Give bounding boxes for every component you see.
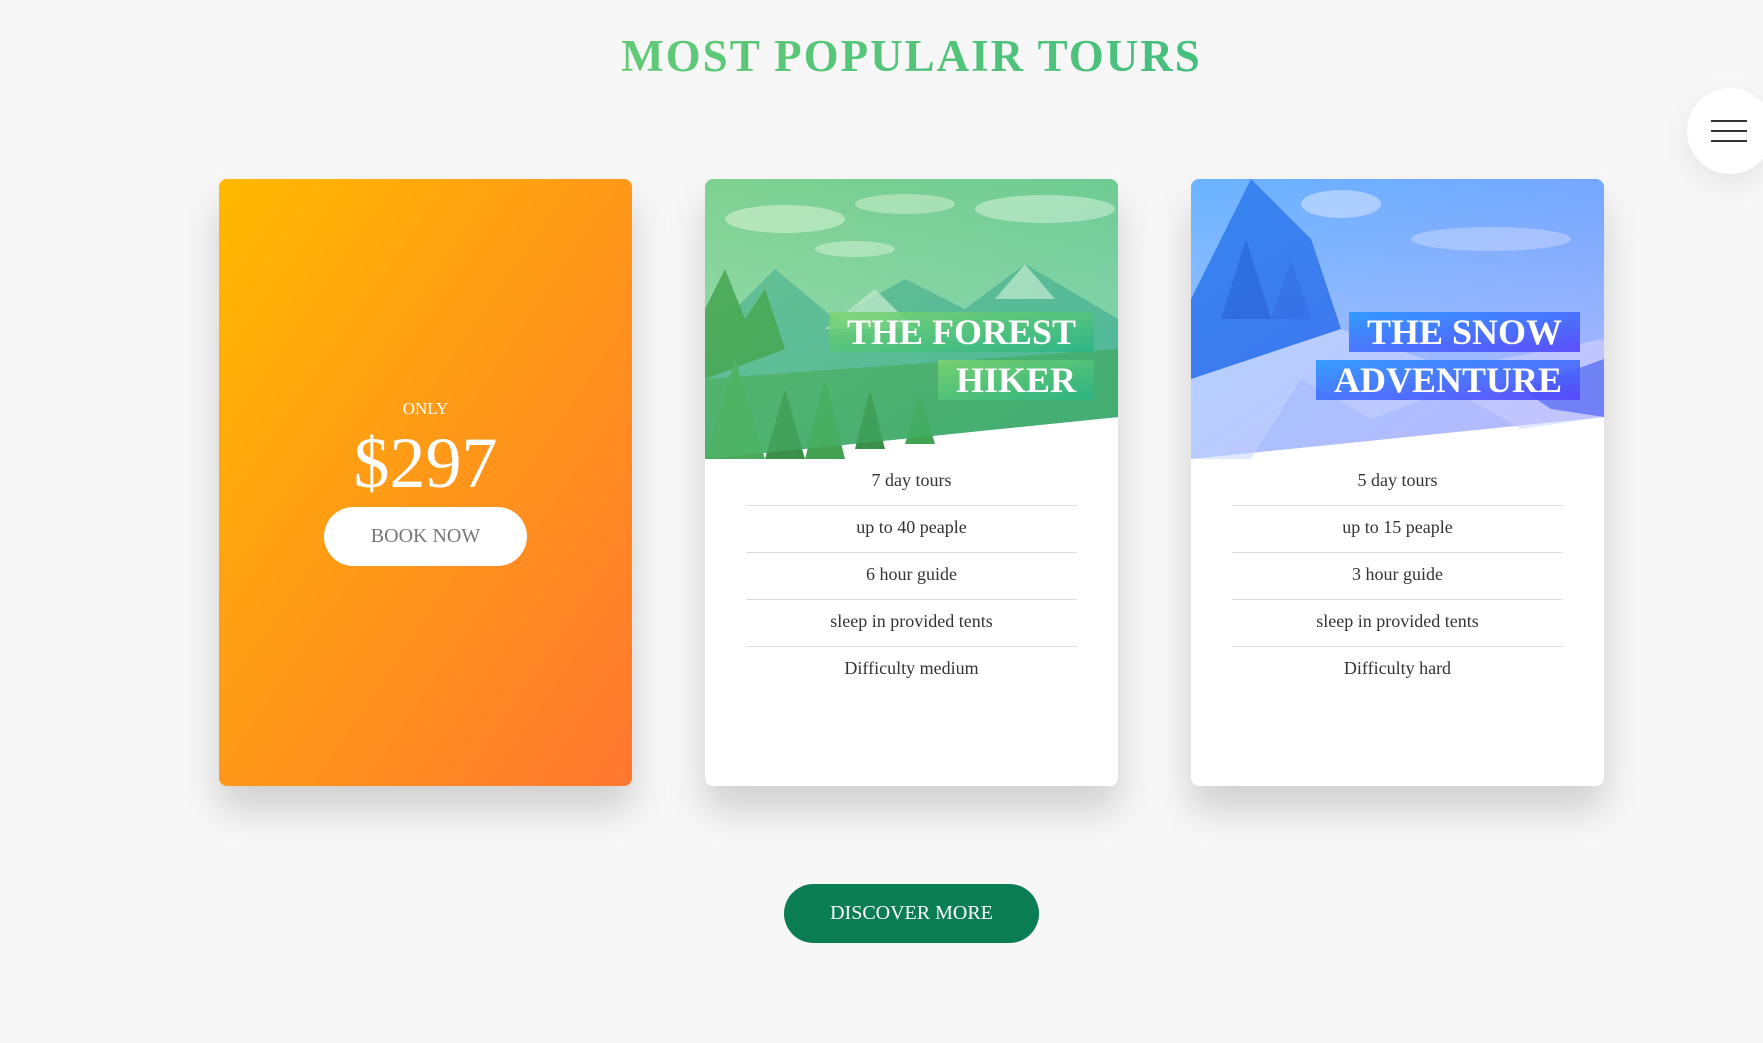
detail-item: 3 hour guide bbox=[1232, 553, 1563, 600]
hamburger-menu-icon bbox=[1711, 120, 1747, 142]
heading-line-1: THE FOREST bbox=[828, 312, 1094, 352]
book-now-button[interactable]: BOOK NOW bbox=[324, 507, 527, 566]
tours-page: MOST POPULAIR TOURS ONLY $297 BOOK NOW T… bbox=[0, 0, 1763, 1043]
detail-item: sleep in provided tents bbox=[746, 600, 1077, 647]
detail-item: up to 40 peaple bbox=[746, 506, 1077, 553]
price-only-label: ONLY bbox=[402, 399, 449, 418]
price-box: ONLY $297 BOOK NOW bbox=[219, 399, 632, 566]
heading-line-1: THE SNOW bbox=[1348, 312, 1580, 352]
detail-item: sleep in provided tents bbox=[1232, 600, 1563, 647]
tour-card-forest: THE FOREST HIKER 7 day tours up to 40 pe… bbox=[705, 179, 1118, 786]
discover-more-button[interactable]: DISCOVER MORE bbox=[784, 884, 1039, 943]
detail-item: 5 day tours bbox=[1232, 459, 1563, 506]
menu-button[interactable] bbox=[1687, 88, 1763, 174]
detail-item: 6 hour guide bbox=[746, 553, 1077, 600]
forest-details-list: 7 day tours up to 40 peaple 6 hour guide… bbox=[746, 459, 1077, 694]
tour-card-snow: THE SNOW ADVENTURE 5 day tours up to 15 … bbox=[1191, 179, 1604, 786]
forest-card-heading: THE FOREST HIKER bbox=[828, 312, 1094, 400]
section-title: MOST POPULAIR TOURS bbox=[0, 30, 1763, 82]
snow-details-list: 5 day tours up to 15 peaple 3 hour guide… bbox=[1232, 459, 1563, 694]
heading-line-2: HIKER bbox=[937, 360, 1094, 400]
snow-card-heading: THE SNOW ADVENTURE bbox=[1315, 312, 1580, 400]
detail-item: 7 day tours bbox=[746, 459, 1077, 506]
heading-line-2: ADVENTURE bbox=[1315, 360, 1580, 400]
detail-item: Difficulty medium bbox=[844, 658, 979, 678]
detail-item: Difficulty hard bbox=[1343, 658, 1452, 678]
price-card: ONLY $297 BOOK NOW bbox=[219, 179, 632, 786]
price-value: $297 bbox=[353, 423, 498, 503]
detail-item: up to 15 peaple bbox=[1232, 506, 1563, 553]
